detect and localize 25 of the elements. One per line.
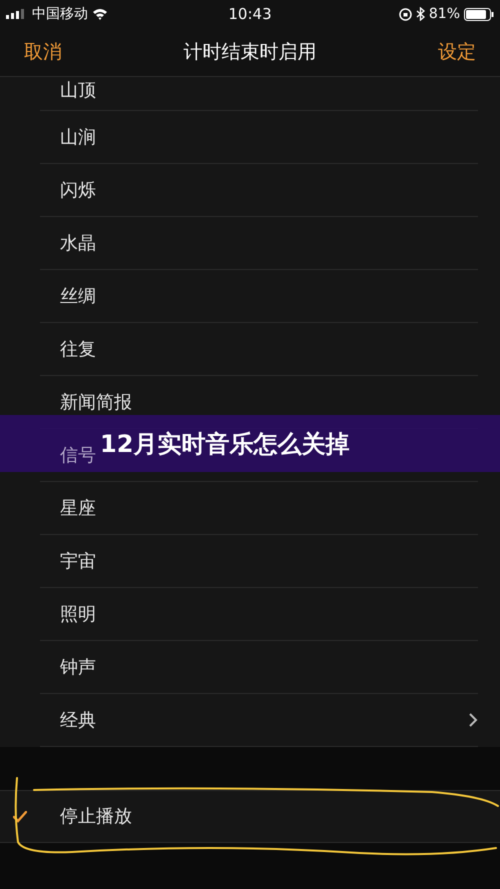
screen-title: 计时结束时启用 [184, 40, 316, 65]
rotation-lock-icon [398, 8, 412, 20]
sound-option[interactable]: 山顶 [60, 77, 96, 104]
sound-option[interactable]: 经典 [60, 706, 96, 734]
battery-icon [464, 8, 494, 20]
clock-time: 10:43 [228, 4, 272, 25]
sound-option[interactable]: 信号 [60, 442, 96, 468]
sound-option[interactable]: 山涧 [60, 124, 96, 150]
sound-option[interactable]: 照明 [60, 600, 96, 628]
sound-option[interactable]: 星座 [60, 494, 96, 522]
set-button[interactable]: 设定 [438, 38, 476, 66]
cancel-button[interactable]: 取消 [24, 38, 62, 66]
wifi-icon [92, 8, 108, 20]
carrier-label: 中国移动 [32, 4, 88, 24]
chevron-right-icon [468, 712, 478, 728]
sound-option[interactable]: 闪烁 [60, 176, 96, 204]
sound-option[interactable]: 往复 [60, 336, 96, 362]
sound-option[interactable]: 水晶 [60, 230, 96, 256]
bluetooth-icon [416, 7, 425, 21]
battery-percent: 81% [428, 4, 460, 24]
sound-option[interactable]: 丝绸 [60, 282, 96, 310]
stop-playback-option[interactable]: 停止播放 [0, 790, 500, 843]
sound-option[interactable]: 宇宙 [60, 548, 96, 574]
sound-option[interactable]: 新闻简报 [60, 388, 132, 416]
sound-option[interactable]: 钟声 [60, 654, 96, 680]
